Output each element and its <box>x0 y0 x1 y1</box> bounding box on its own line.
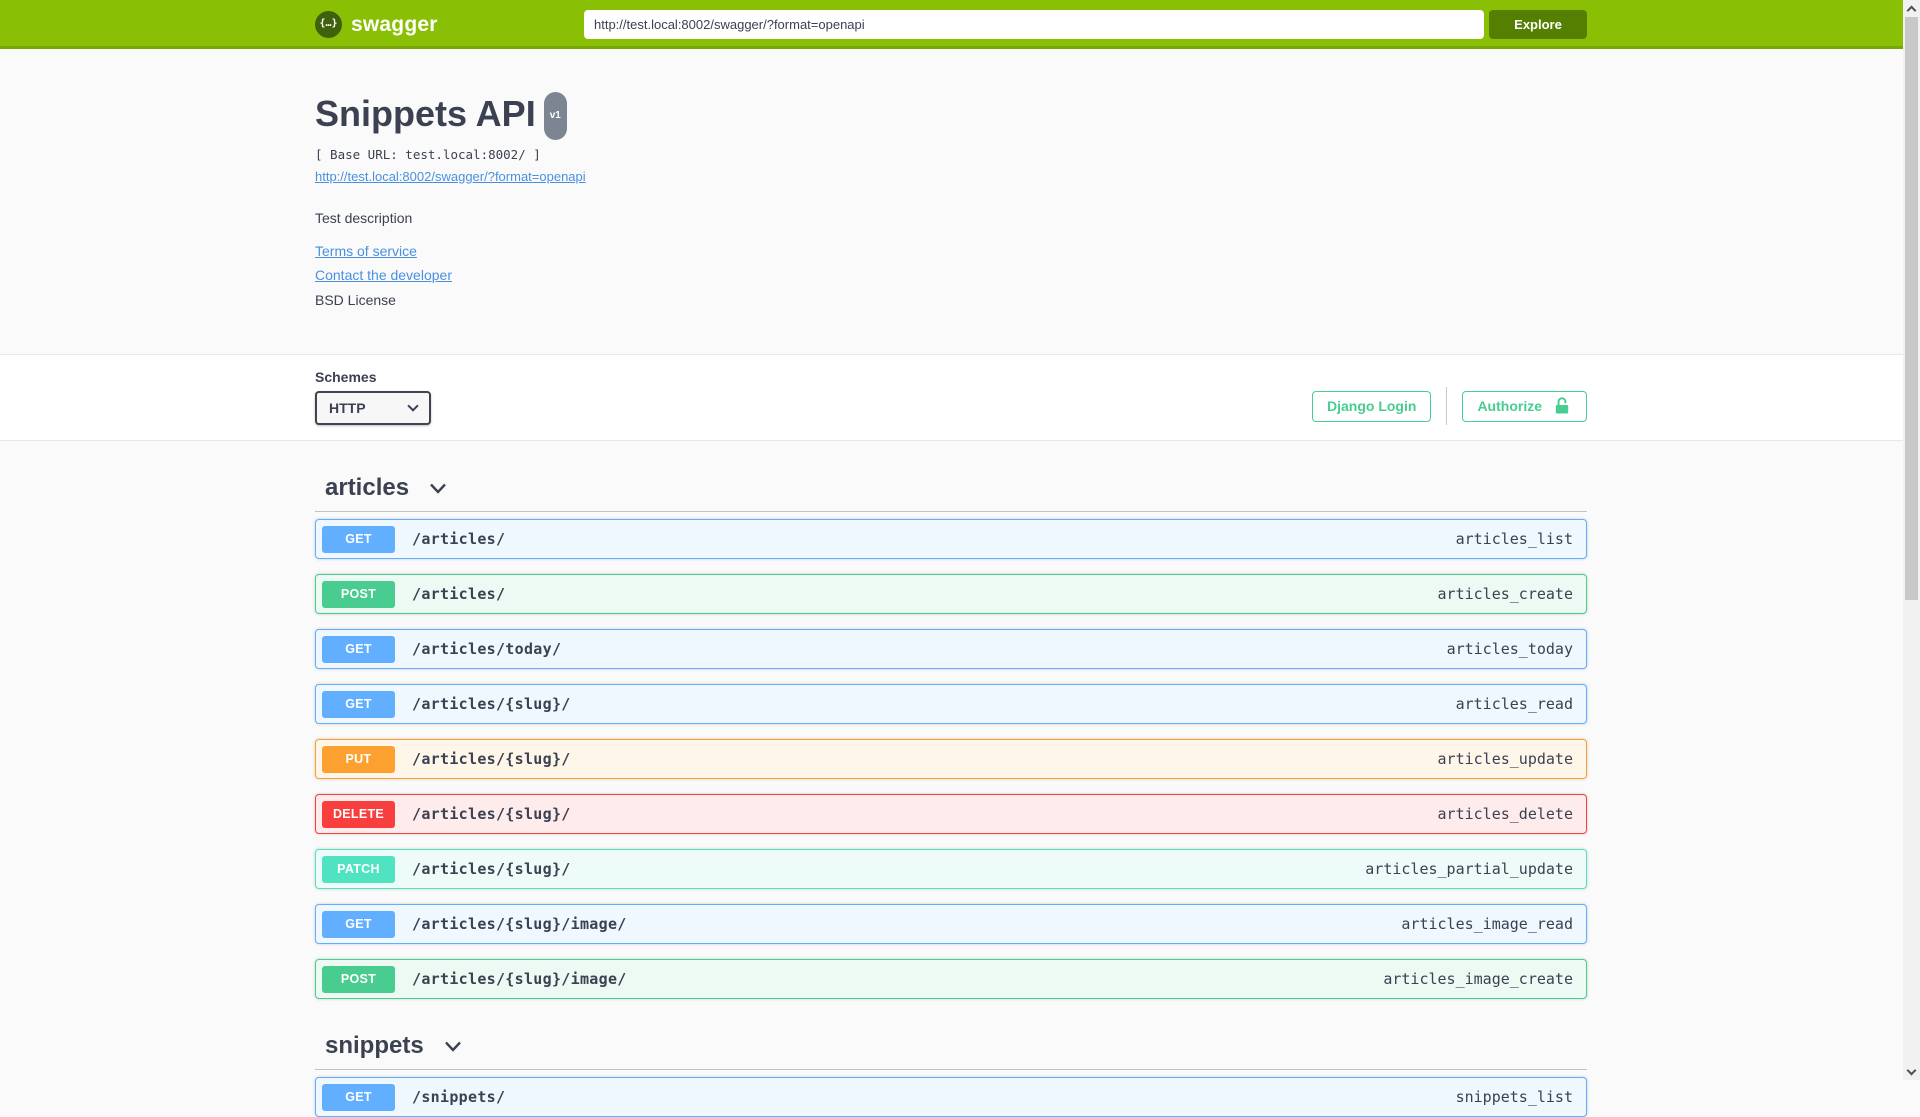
auth-wrapper: Django Login Authorize <box>1312 387 1587 425</box>
operations-container: articles GET /articles/ articles_list PO… <box>315 474 1587 1117</box>
operation-row[interactable]: GET /articles/{slug}/image/ articles_ima… <box>315 904 1587 944</box>
operation-id: articles_update <box>1437 750 1573 768</box>
method-badge: POST <box>322 965 395 993</box>
operation-row[interactable]: POST /articles/{slug}/image/ articles_im… <box>315 959 1587 999</box>
tag-header[interactable]: articles <box>315 474 1587 502</box>
brand-name: swagger <box>351 12 438 36</box>
schemes-label: Schemes <box>315 369 377 385</box>
operation-path: /articles/ <box>412 530 506 548</box>
operation-row[interactable]: GET /articles/ articles_list <box>315 519 1587 559</box>
topbar: {…} swagger Explore <box>0 0 1920 49</box>
operations-list: GET /articles/ articles_list POST /artic… <box>315 519 1587 999</box>
method-badge: GET <box>322 525 395 553</box>
operation-path: /snippets/ <box>412 1088 506 1106</box>
version-badge: v1 <box>543 92 567 140</box>
spec-url-input[interactable] <box>584 10 1484 39</box>
operations-list: GET /snippets/ snippets_list <box>315 1077 1587 1117</box>
scroll-down-arrow[interactable] <box>1903 1063 1920 1080</box>
method-badge: PATCH <box>322 855 395 883</box>
operation-id: articles_list <box>1455 530 1573 548</box>
base-url: [ Base URL: test.local:8002/ ] <box>315 147 541 162</box>
method-badge: POST <box>322 580 395 608</box>
operation-row[interactable]: POST /articles/ articles_create <box>315 574 1587 614</box>
operation-id: articles_read <box>1455 695 1573 713</box>
operation-id: articles_image_read <box>1401 915 1573 933</box>
schemes-group: Schemes HTTP <box>315 369 431 425</box>
swagger-logo-icon: {…} <box>315 11 342 38</box>
info-section: Snippets API v1 [ Base URL: test.local:8… <box>0 49 1920 354</box>
scheme-selected-value: HTTP <box>329 400 366 416</box>
explore-button[interactable]: Explore <box>1489 10 1587 39</box>
scheme-select[interactable]: HTTP <box>315 391 431 425</box>
chevron-down-icon <box>407 400 419 412</box>
django-login-button[interactable]: Django Login <box>1312 390 1432 422</box>
contact-developer-link[interactable]: Contact the developer <box>315 267 452 283</box>
operation-path: /articles/today/ <box>412 640 562 658</box>
operation-row[interactable]: DELETE /articles/{slug}/ articles_delete <box>315 794 1587 834</box>
tag-divider <box>315 1069 1587 1070</box>
chevron-down-icon[interactable] <box>442 1035 464 1057</box>
page-title: Snippets API v1 <box>315 92 1587 142</box>
operation-row[interactable]: PATCH /articles/{slug}/ articles_partial… <box>315 849 1587 889</box>
operation-id: articles_partial_update <box>1365 860 1573 878</box>
operation-id: articles_create <box>1437 585 1573 603</box>
method-badge: GET <box>322 1083 395 1111</box>
tag-section: snippets GET /snippets/ snippets_list <box>315 1032 1587 1117</box>
tag-title: articles <box>325 474 410 501</box>
operation-path: /articles/{slug}/image/ <box>412 970 627 988</box>
django-login-label: Django Login <box>1327 398 1417 414</box>
operation-id: articles_today <box>1446 640 1573 658</box>
operation-row[interactable]: GET /snippets/ snippets_list <box>315 1077 1587 1117</box>
unlock-icon <box>1552 396 1572 416</box>
scrollbar-thumb[interactable] <box>1905 17 1918 600</box>
scheme-container: Schemes HTTP Django Login Authorize <box>0 354 1920 441</box>
operation-id: articles_delete <box>1437 805 1573 823</box>
auth-divider <box>1446 387 1448 425</box>
method-badge: DELETE <box>322 800 395 828</box>
tag-title: snippets <box>325 1032 424 1059</box>
swagger-brand-link[interactable]: {…} swagger <box>315 11 438 38</box>
method-badge: GET <box>322 635 395 663</box>
terms-of-service-link[interactable]: Terms of service <box>315 243 417 259</box>
tag-section: articles GET /articles/ articles_list PO… <box>315 474 1587 999</box>
license-text: BSD License <box>315 292 396 308</box>
operation-path: /articles/{slug}/ <box>412 860 571 878</box>
api-title-text: Snippets API <box>315 93 536 134</box>
operation-path: /articles/{slug}/ <box>412 750 571 768</box>
scrollbar[interactable] <box>1903 0 1920 1080</box>
explore-form: Explore <box>584 10 1587 39</box>
method-badge: GET <box>322 690 395 718</box>
operation-path: /articles/ <box>412 585 506 603</box>
operation-row[interactable]: GET /articles/{slug}/ articles_read <box>315 684 1587 724</box>
operation-path: /articles/{slug}/ <box>412 695 571 713</box>
operation-path: /articles/{slug}/image/ <box>412 915 627 933</box>
tag-divider <box>315 511 1587 512</box>
method-badge: GET <box>322 910 395 938</box>
api-description: Test description <box>315 210 413 226</box>
operation-row[interactable]: PUT /articles/{slug}/ articles_update <box>315 739 1587 779</box>
authorize-label: Authorize <box>1477 398 1542 414</box>
chevron-down-icon[interactable] <box>427 477 449 499</box>
scroll-up-arrow[interactable] <box>1903 0 1920 17</box>
method-badge: PUT <box>322 745 395 773</box>
tag-header[interactable]: snippets <box>315 1032 1587 1060</box>
operation-path: /articles/{slug}/ <box>412 805 571 823</box>
authorize-button[interactable]: Authorize <box>1462 390 1587 422</box>
spec-link[interactable]: http://test.local:8002/swagger/?format=o… <box>315 169 586 184</box>
operation-id: snippets_list <box>1455 1088 1573 1106</box>
operation-row[interactable]: GET /articles/today/ articles_today <box>315 629 1587 669</box>
operation-id: articles_image_create <box>1383 970 1573 988</box>
